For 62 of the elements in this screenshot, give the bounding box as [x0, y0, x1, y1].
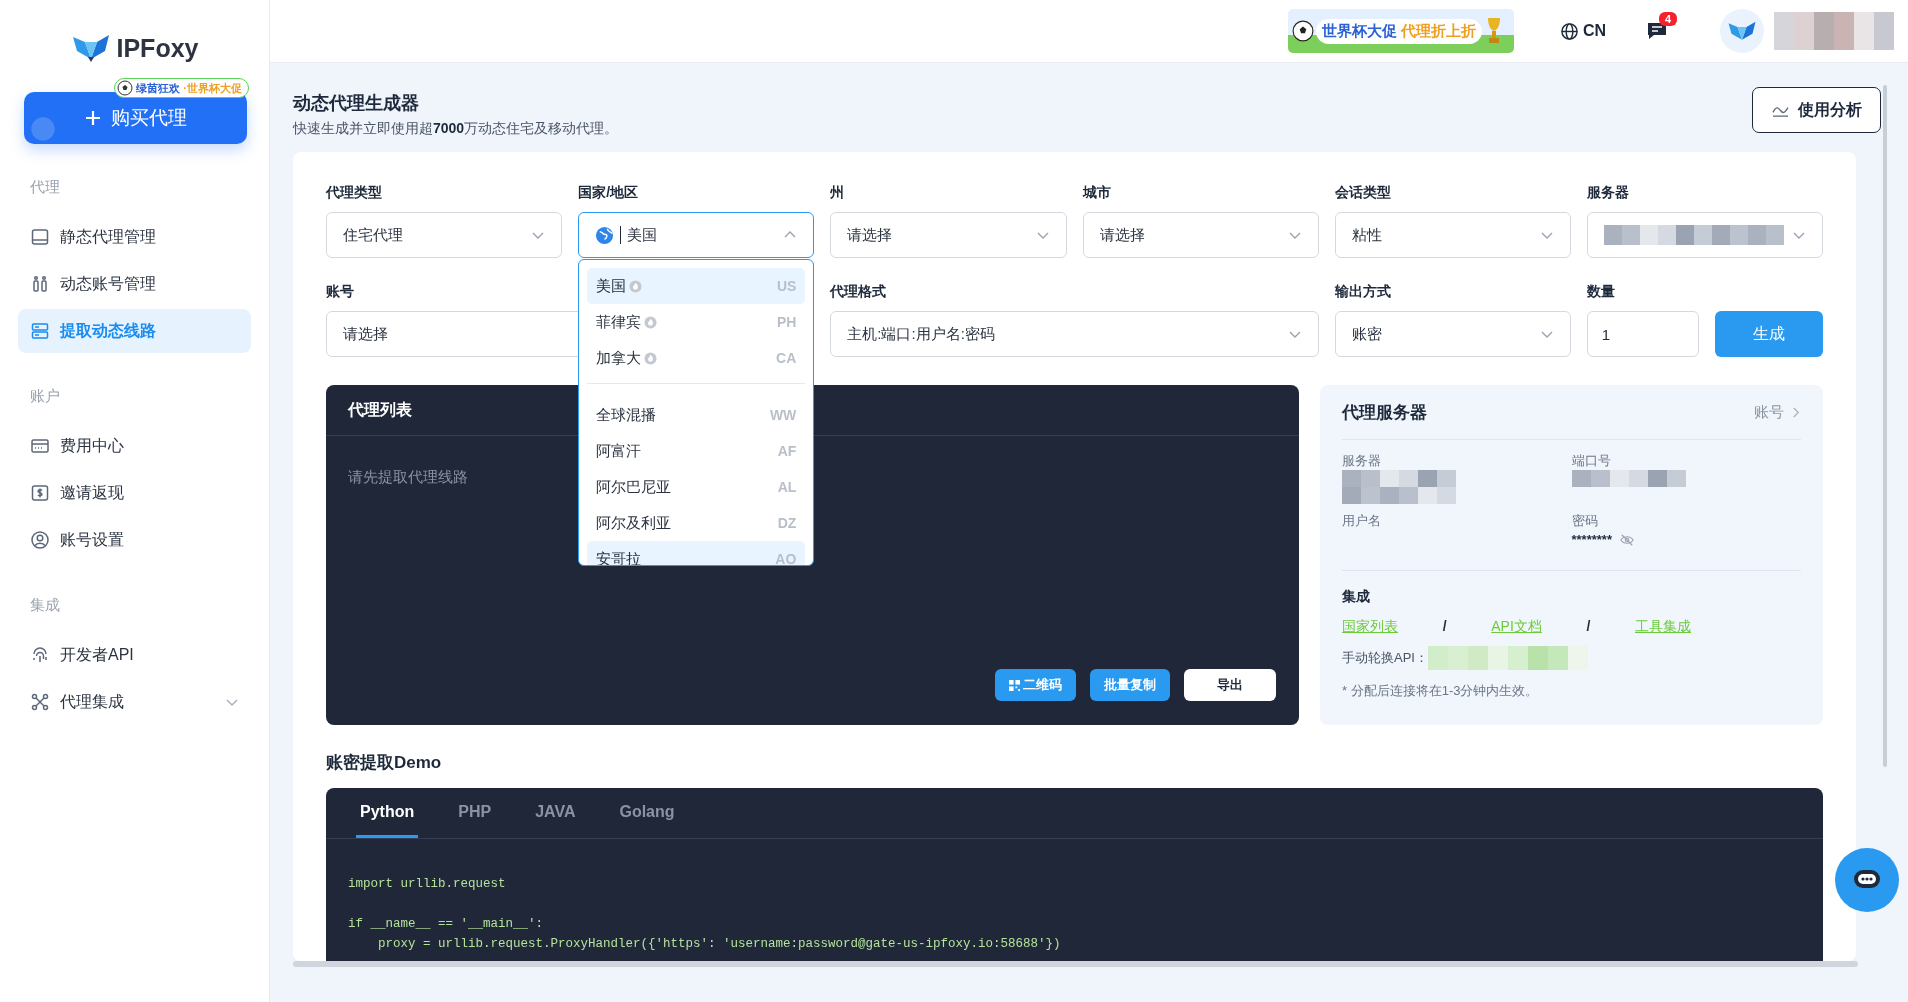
country-name: 安哥拉 [596, 549, 642, 565]
field-label: 账号 [326, 283, 354, 301]
country-code: WW [769, 407, 797, 423]
country-name: 阿尔及利亚 [596, 513, 672, 533]
nav-group-title: 集成 [30, 596, 61, 615]
country-name: 全球混播 [596, 405, 657, 425]
note-text: * 分配后连接将在1-3分钟内生效。 [1342, 682, 1540, 700]
page-subtitle: 快速生成并立即使用超7000万动态住宅及移动代理。 [293, 120, 619, 138]
nav-label: 费用中心 [60, 435, 125, 456]
country-name: 美国 [596, 276, 627, 296]
separator-text: / [1586, 618, 1591, 636]
nav-label: 邀请返现 [60, 482, 125, 503]
select-value: 住宅代理 [343, 225, 404, 245]
nav-label: 提取动态线路 [60, 320, 157, 341]
country-name: 阿尔巴尼亚 [596, 477, 672, 497]
panel-title: 代理列表 [348, 399, 412, 420]
country-name: 菲律宾 [596, 312, 642, 332]
field-label: 数量 [1586, 283, 1615, 301]
field-label: 代理类型 [326, 184, 382, 202]
select-value: 请选择 [847, 225, 894, 245]
section-title: 账密提取Demo [326, 752, 443, 774]
field-label: 国家/地区 [578, 184, 639, 202]
page-title: 动态代理生成器 [293, 92, 420, 115]
banner-text: 世界杯大促 [1322, 21, 1397, 41]
logo-text: IPFoxy [116, 33, 199, 63]
section-title: 集成 [1342, 588, 1371, 606]
select-value: 美国 [627, 225, 659, 245]
select-value: 主机:端口:用户名:密码 [847, 324, 996, 344]
field-label: 服务器 [1342, 452, 1381, 470]
nav-label: 动态账号管理 [60, 273, 157, 294]
panel-title: 代理服务器 [1342, 401, 1428, 424]
select-value: 请选择 [343, 324, 389, 344]
field-label: 会话类型 [1334, 184, 1391, 202]
nav-label: 代理集成 [60, 691, 125, 712]
field-label: 密码 [1571, 512, 1598, 530]
nav-group-title: 账户 [30, 387, 61, 406]
separator-text: / [1442, 618, 1447, 636]
nav-label: 开发者API [60, 644, 135, 665]
nav-label: 静态代理管理 [60, 226, 157, 247]
country-name: 阿富汗 [596, 441, 642, 461]
select-value: 请选择 [1099, 225, 1146, 245]
banner-text: 代理折上折 [1401, 21, 1476, 41]
select-value: 粘性 [1351, 225, 1383, 245]
country-code: DZ [777, 515, 797, 531]
empty-message: 请先提取代理线路 [348, 468, 468, 487]
code-text: import urllib.request if __name__ == '__main__': proxy = urllib.request.ProxyHandler({'https': 'username:password@gate-us-ipfoxy.io:58688'}) [347, 876, 1062, 953]
select-value: 账密 [1351, 324, 1383, 344]
manual-api-label: 手动轮换API： [1342, 649, 1428, 667]
field-label: 端口号 [1571, 452, 1611, 470]
country-code: AL [777, 479, 797, 495]
field-label: 代理格式 [830, 283, 887, 301]
field-label: 州 [830, 184, 845, 202]
country-code: PH [776, 314, 797, 330]
field-label: 服务器 [1586, 184, 1629, 202]
notification-count: 4 [1659, 12, 1678, 26]
country-code: AF [777, 443, 797, 459]
field-label: 输出方式 [1334, 283, 1391, 301]
nav-group-title: 代理 [30, 178, 61, 197]
field-label: 城市 [1082, 184, 1111, 202]
field-label: 用户名 [1342, 512, 1381, 530]
password-value: ******** [1571, 532, 1612, 547]
nav-label: 账号设置 [60, 529, 125, 550]
